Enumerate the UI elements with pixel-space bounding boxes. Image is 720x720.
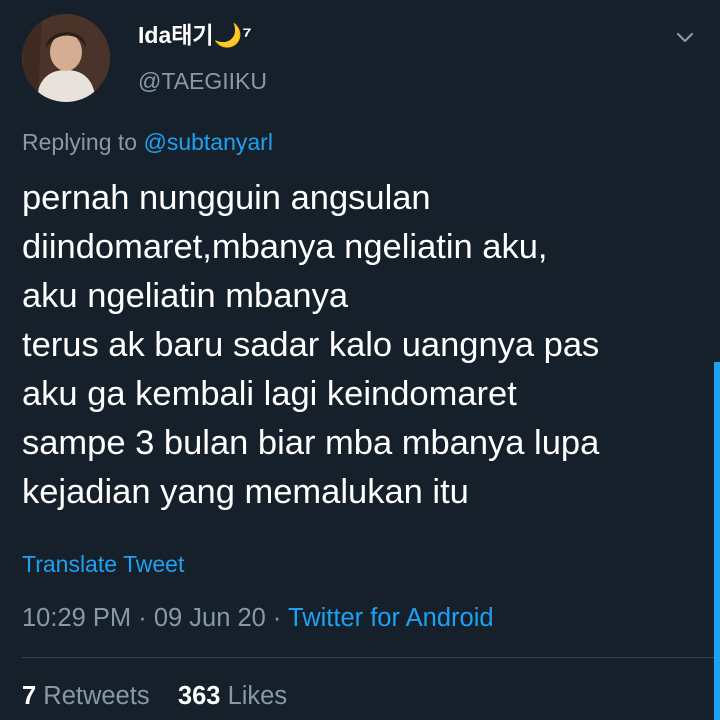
avatar[interactable]	[22, 14, 110, 102]
reply-prefix: Replying to	[22, 129, 138, 155]
tweet-time[interactable]: 10:29 PM	[22, 604, 131, 632]
meta-separator: ·	[131, 604, 154, 632]
reply-context: Replying to @subtanyarl	[22, 127, 273, 157]
divider	[22, 657, 720, 658]
scrollbar[interactable]	[714, 362, 720, 720]
user-handle[interactable]: @TAEGIIKU	[138, 66, 267, 96]
tweet-stats: 7 Retweets 363 Likes	[22, 680, 287, 712]
tweet-source-link[interactable]: Twitter for Android	[288, 604, 494, 632]
meta-separator: ·	[265, 604, 289, 632]
tweet-date[interactable]: 09 Jun 20	[154, 604, 266, 632]
likes-count: 363	[177, 682, 221, 710]
retweets-count: 7	[22, 682, 37, 710]
display-name[interactable]: Ida태기🌙⁷	[138, 20, 252, 50]
tweet-text: pernah nungguin angsulan diindomaret,mba…	[22, 179, 600, 511]
translate-tweet-link[interactable]: Translate Tweet	[22, 549, 184, 579]
likes-label: Likes	[227, 682, 288, 710]
likes-stat[interactable]: 363 Likes	[178, 682, 287, 710]
chevron-down-icon[interactable]	[674, 26, 696, 48]
reply-mention-link[interactable]: @subtanyarl	[143, 129, 272, 155]
retweets-stat[interactable]: 7 Retweets	[22, 682, 150, 710]
tweet-meta: 10:29 PM · 09 Jun 20 · Twitter for Andro…	[22, 602, 494, 634]
retweets-label: Retweets	[43, 682, 150, 710]
